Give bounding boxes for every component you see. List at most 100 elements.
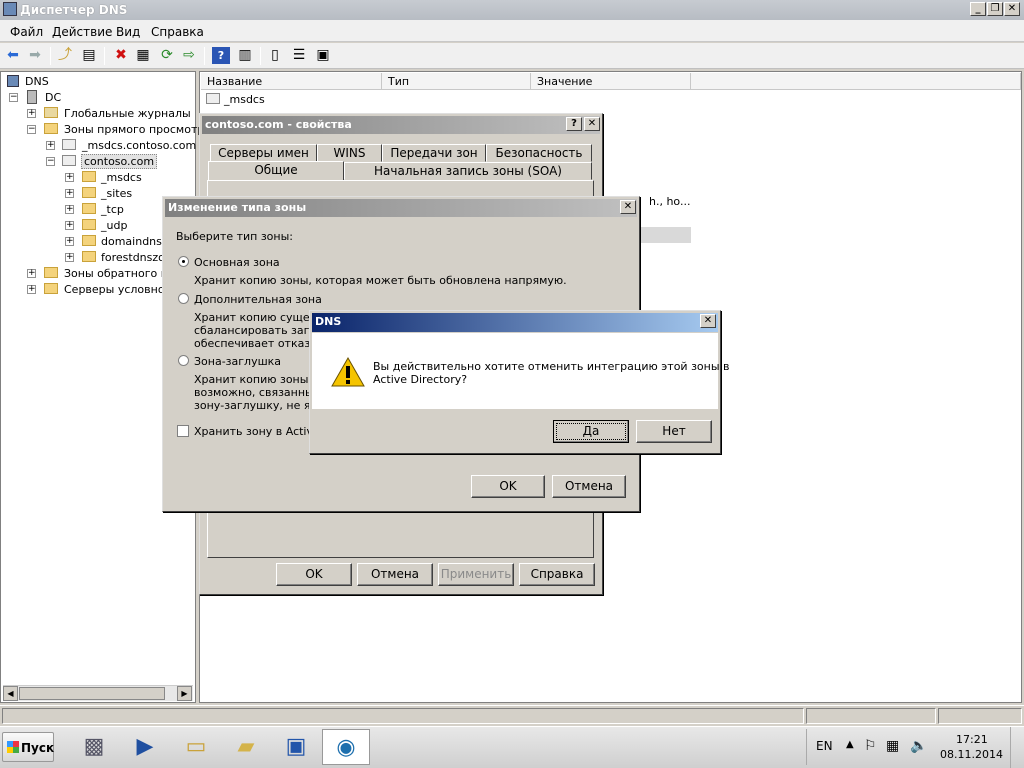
menu-view[interactable]: Вид (116, 25, 140, 39)
zone-type-prompt: Выберите тип зоны: (176, 230, 293, 243)
clock-time[interactable]: 17:21 (956, 733, 988, 746)
menu-file[interactable]: Файл (10, 25, 43, 39)
dns-app-icon (3, 2, 17, 16)
help-icon[interactable]: ? (212, 47, 230, 64)
store-in-ad-label[interactable]: Хранить зону в Active I (194, 425, 327, 438)
collapse-toggle[interactable]: − (46, 157, 55, 166)
expand-toggle[interactable]: + (27, 285, 36, 294)
logs-icon (44, 107, 58, 118)
export-icon[interactable]: ⇨ (180, 47, 198, 64)
restore-button[interactable]: ❐ (987, 2, 1003, 16)
dialog-title: contoso.com - свойства (205, 118, 352, 131)
tree-label: _tcp (101, 203, 124, 216)
expand-toggle[interactable]: + (65, 253, 74, 262)
scroll-right-arrow[interactable]: ▶ (177, 686, 192, 701)
refresh-icon[interactable]: ⟳ (158, 47, 176, 64)
remote-desktop-icon[interactable]: ▣ (272, 729, 320, 765)
tree-scrollbar[interactable]: ◀ ▶ (3, 685, 193, 701)
expand-toggle[interactable]: + (65, 237, 74, 246)
folder-icon (82, 219, 96, 230)
cancel-button[interactable]: Отмена (552, 475, 626, 498)
view-icon[interactable]: ▥ (236, 47, 254, 64)
show-tree-icon[interactable]: ▤ (80, 47, 98, 64)
primary-zone-desc: Хранит копию зоны, которая может быть об… (194, 274, 567, 287)
record-value-partial: h., ho... (649, 195, 691, 208)
tab-soa[interactable]: Начальная запись зоны (SOA) (344, 162, 592, 180)
show-desktop-button[interactable] (1010, 727, 1024, 768)
secondary-zone-radio[interactable] (178, 293, 189, 304)
flag-icon[interactable]: ⚐ (864, 738, 877, 754)
expand-toggle[interactable]: + (46, 141, 55, 150)
server-icon[interactable]: ▯ (266, 47, 284, 64)
toolbar-separator (50, 47, 51, 65)
close-button[interactable]: ✕ (700, 314, 716, 328)
apply-button[interactable]: Применить (438, 563, 514, 586)
expand-toggle[interactable]: + (27, 109, 36, 118)
language-indicator[interactable]: EN (816, 739, 833, 753)
tree-label: DC (45, 91, 62, 104)
tree-label: _msdcs.contoso.com (82, 139, 197, 152)
yes-button[interactable]: Да (553, 420, 629, 443)
status-pane (2, 708, 804, 724)
column-header-type[interactable]: Тип (382, 73, 531, 90)
expand-toggle[interactable]: + (27, 269, 36, 278)
tab-security[interactable]: Безопасность (486, 144, 592, 162)
dns-manager-icon[interactable]: ◉ (322, 729, 370, 765)
column-header-name[interactable]: Название (201, 73, 382, 90)
expand-toggle[interactable]: + (65, 173, 74, 182)
start-button[interactable]: Пуск (2, 732, 54, 762)
cancel-button[interactable]: Отмена (357, 563, 433, 586)
dialog-titlebar: Изменение типа зоны (165, 199, 637, 217)
help-button[interactable]: Справка (519, 563, 595, 586)
folder-icon (82, 251, 96, 262)
stub-zone-label[interactable]: Зона-заглушка (194, 355, 281, 368)
expand-toggle[interactable]: + (65, 221, 74, 230)
tab-zone-transfers[interactable]: Передачи зон (382, 144, 486, 162)
ok-button[interactable]: OK (276, 563, 352, 586)
collapse-toggle[interactable]: − (9, 93, 18, 102)
up-folder-icon[interactable]: ⤴ (56, 47, 74, 64)
close-button[interactable]: ✕ (620, 200, 636, 214)
tab-name-servers[interactable]: Серверы имен (210, 144, 317, 162)
scroll-left-arrow[interactable]: ◀ (3, 686, 18, 701)
column-header-value[interactable]: Значение (531, 73, 691, 90)
ok-button[interactable]: OK (471, 475, 545, 498)
menu-help[interactable]: Справка (151, 25, 204, 39)
collapse-toggle[interactable]: − (27, 125, 36, 134)
folder-icon (44, 283, 58, 294)
close-button[interactable]: ✕ (584, 117, 600, 131)
network-icon[interactable]: ▦ (886, 738, 899, 754)
show-hidden-icons[interactable]: ▲ (846, 739, 854, 750)
record-icon[interactable]: ▣ (314, 47, 332, 64)
tab-wins[interactable]: WINS (317, 144, 382, 162)
help-button[interactable]: ? (566, 117, 582, 131)
back-icon[interactable]: ⬅ (4, 47, 22, 64)
tree-label: _sites (101, 187, 133, 200)
tab-general[interactable]: Общие (208, 161, 344, 181)
scroll-thumb[interactable] (19, 687, 165, 700)
tree-label: _udp (101, 219, 128, 232)
list-icon[interactable]: ☰ (290, 47, 308, 64)
menu-action[interactable]: Действие (52, 25, 112, 39)
folder-icon[interactable]: ▰ (222, 729, 270, 765)
store-in-ad-checkbox[interactable] (177, 425, 189, 437)
close-button[interactable]: ✕ (1004, 2, 1020, 16)
folder-icon (82, 235, 96, 246)
minimize-button[interactable]: _ (970, 2, 986, 16)
secondary-zone-label[interactable]: Дополнительная зона (194, 293, 322, 306)
primary-zone-radio[interactable] (178, 256, 189, 267)
no-button[interactable]: Нет (636, 420, 712, 443)
expand-toggle[interactable]: + (65, 189, 74, 198)
stub-zone-radio[interactable] (178, 355, 189, 366)
forward-icon[interactable]: ➡ (26, 47, 44, 64)
properties-icon[interactable]: ▦ (134, 47, 152, 64)
tree-label: _msdcs (101, 171, 142, 184)
powershell-icon[interactable]: ▶ (121, 729, 169, 765)
server-manager-icon[interactable]: ▩ (70, 729, 118, 765)
explorer-icon[interactable]: ▭ (172, 729, 220, 765)
primary-zone-label[interactable]: Основная зона (194, 256, 280, 269)
clock-date[interactable]: 08.11.2014 (940, 748, 1003, 761)
expand-toggle[interactable]: + (65, 205, 74, 214)
delete-icon[interactable]: ✖ (112, 47, 130, 64)
volume-icon[interactable]: 🔈 (910, 738, 927, 754)
